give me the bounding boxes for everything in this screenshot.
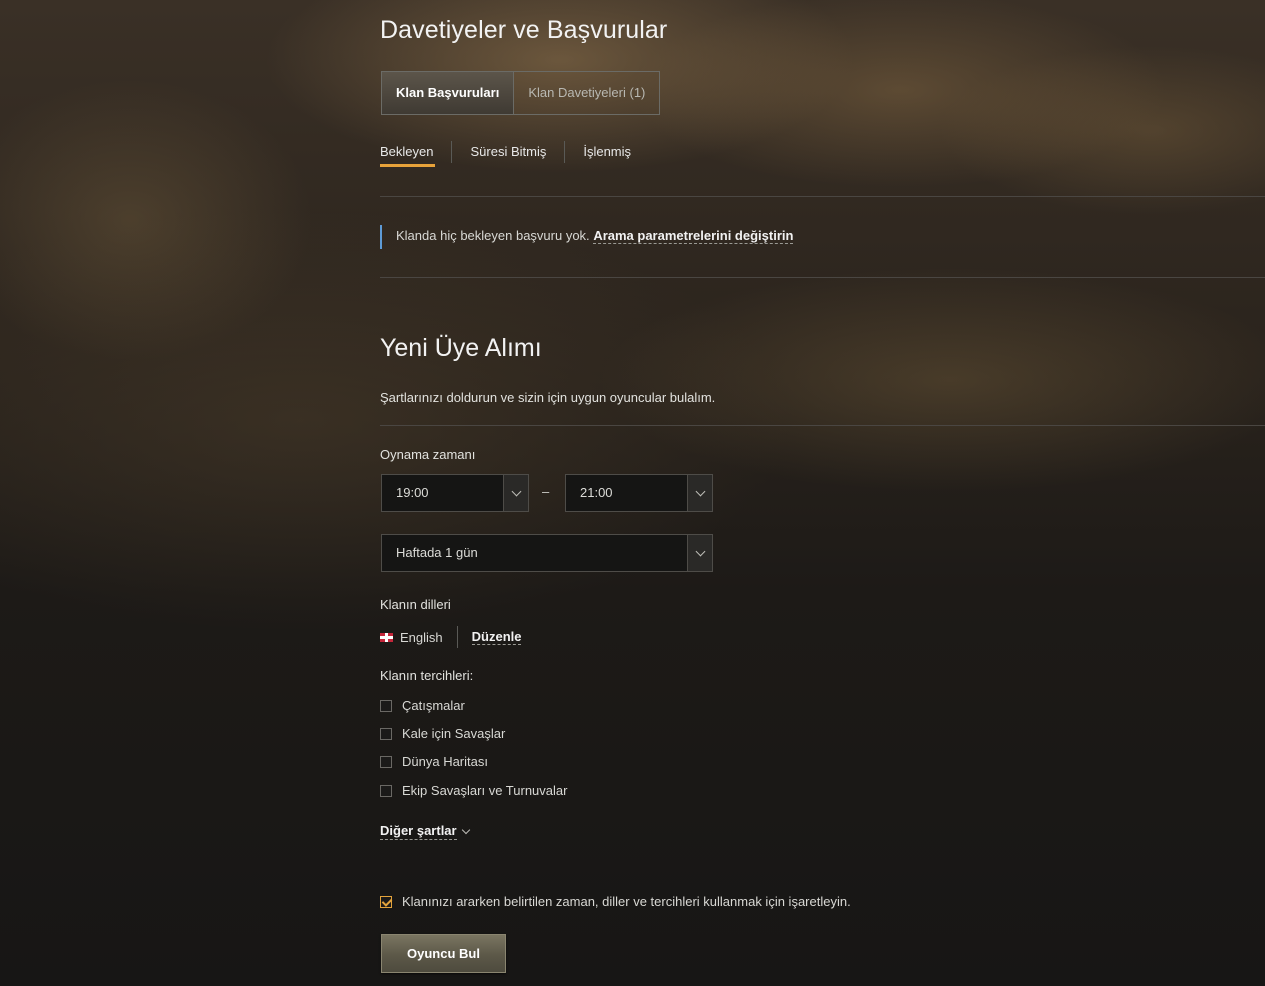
play-time-from-value: 19:00 bbox=[396, 485, 429, 500]
time-range-separator: – bbox=[542, 484, 550, 499]
recruit-title: Yeni Üye Alımı bbox=[380, 334, 542, 362]
edit-languages-link[interactable]: Düzenle bbox=[471, 629, 522, 645]
main-content: Davetiyeler ve Başvurular Klan Başvurula… bbox=[380, 0, 1265, 986]
checkbox[interactable] bbox=[380, 699, 392, 712]
divider bbox=[380, 425, 1265, 426]
checkbox-label: Dünya Haritası bbox=[402, 754, 488, 769]
more-conditions-label: Diğer şartlar bbox=[380, 823, 457, 840]
language-divider bbox=[456, 626, 458, 648]
checkbox[interactable] bbox=[380, 784, 392, 797]
notice-text: Klanda hiç bekleyen başvuru yok. bbox=[396, 228, 590, 243]
chevron-down-icon bbox=[687, 475, 712, 511]
chevron-down-icon bbox=[503, 475, 528, 511]
more-conditions-toggle[interactable]: Diğer şartlar bbox=[380, 823, 470, 840]
uk-flag-icon bbox=[380, 632, 393, 642]
divider bbox=[380, 277, 1265, 278]
clan-preferences-label: Klanın tercihleri: bbox=[380, 668, 474, 683]
tab-clan-invitations[interactable]: Klan Davetiyeleri (1) bbox=[514, 72, 659, 114]
checkbox-label: Çatışmalar bbox=[402, 698, 465, 713]
clan-languages-label: Klanın dilleri bbox=[380, 597, 451, 612]
play-time-to-select[interactable]: 21:00 bbox=[565, 474, 713, 512]
checkbox-label: Kale için Savaşlar bbox=[402, 726, 506, 741]
preference-skirmishes[interactable]: Çatışmalar bbox=[380, 698, 465, 713]
preference-global-map[interactable]: Dünya Haritası bbox=[380, 754, 488, 769]
checkbox-label: Ekip Savaşları ve Turnuvalar bbox=[402, 783, 568, 798]
play-frequency-value: Haftada 1 gün bbox=[396, 545, 478, 560]
page-title: Davetiyeler ve Başvurular bbox=[380, 16, 668, 44]
subtab-divider bbox=[564, 140, 566, 163]
preference-team-battles[interactable]: Ekip Savaşları ve Turnuvalar bbox=[380, 783, 567, 798]
chevron-down-icon bbox=[461, 825, 470, 835]
preference-stronghold-battles[interactable]: Kale için Savaşlar bbox=[380, 726, 505, 741]
use-params-option[interactable]: Klanınızı ararken belirtilen zaman, dill… bbox=[380, 894, 851, 909]
checkbox[interactable] bbox=[380, 727, 392, 740]
main-tabs: Klan Başvuruları Klan Davetiyeleri (1) bbox=[381, 71, 661, 115]
clan-languages: English Düzenle bbox=[380, 626, 522, 648]
play-time-to-value: 21:00 bbox=[580, 485, 613, 500]
sub-tabs: Bekleyen Süresi Bitmiş İşlenmiş bbox=[380, 140, 631, 167]
divider bbox=[380, 196, 1265, 197]
play-frequency-select[interactable]: Haftada 1 gün bbox=[381, 534, 713, 572]
checkbox[interactable] bbox=[380, 755, 392, 768]
subtab-pending[interactable]: Bekleyen bbox=[380, 144, 436, 167]
subtab-divider bbox=[451, 140, 453, 163]
play-time-label: Oynama zamanı bbox=[380, 447, 476, 462]
subtab-expired[interactable]: Süresi Bitmiş bbox=[470, 144, 546, 167]
tab-clan-applications[interactable]: Klan Başvuruları bbox=[382, 72, 515, 114]
language-item: English bbox=[400, 629, 443, 645]
play-time-from-select[interactable]: 19:00 bbox=[381, 474, 529, 512]
change-search-params-link[interactable]: Arama parametrelerini değiştirin bbox=[593, 228, 794, 244]
checkbox-checked[interactable] bbox=[380, 895, 392, 908]
recruit-description: Şartlarınızı doldurun ve sizin için uygu… bbox=[380, 390, 716, 405]
empty-notice: Klanda hiç bekleyen başvuru yok. Arama p… bbox=[380, 225, 794, 249]
checkbox-label: Klanınızı ararken belirtilen zaman, dill… bbox=[402, 894, 851, 909]
subtab-processed[interactable]: İşlenmiş bbox=[583, 144, 631, 167]
find-players-button[interactable]: Oyuncu Bul bbox=[381, 934, 506, 973]
chevron-down-icon bbox=[687, 535, 712, 571]
